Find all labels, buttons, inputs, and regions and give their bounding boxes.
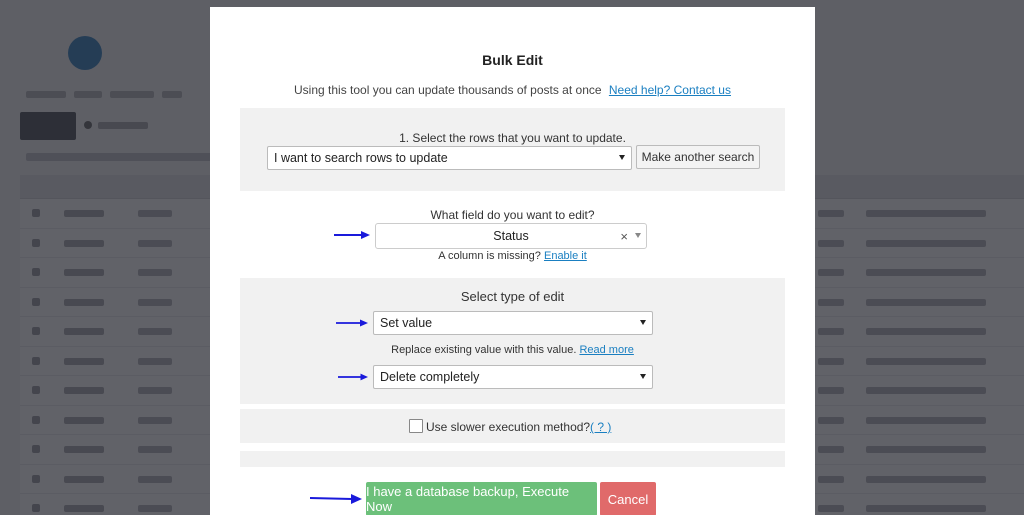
rows-label: 1. Select the rows that you want to upda…	[399, 131, 626, 145]
field-label: What field do you want to edit?	[430, 208, 595, 222]
edit-type-label: Select type of edit	[460, 289, 565, 304]
execute-now-button[interactable]: I have a database backup, Execute Now	[366, 482, 597, 515]
enable-it-link[interactable]: Enable it	[544, 250, 587, 262]
missing-column-line: A column is missing? Enable it	[210, 250, 815, 262]
chevron-down-icon	[640, 374, 646, 379]
rows-select[interactable]: I want to search rows to update	[267, 146, 632, 170]
field-select-value: Status	[493, 229, 529, 243]
field-select[interactable]: Status ×	[375, 223, 647, 249]
arrow-pointer-icon	[338, 373, 368, 381]
edit-type-value: Set value	[380, 316, 433, 330]
execution-section: Use slower execution method? ( ? )	[240, 409, 785, 443]
arrow-pointer-icon	[310, 494, 362, 504]
chevron-down-icon	[635, 233, 641, 238]
value-select[interactable]: Delete completely	[373, 365, 653, 389]
help-contact-link[interactable]: Need help? Contact us	[609, 83, 731, 97]
modal-description: Using this tool you can update thousands…	[210, 83, 815, 97]
execution-help-link[interactable]: ( ? )	[590, 420, 611, 434]
slower-execution-label: Use slower execution method?	[426, 420, 591, 434]
value-select-text: Delete completely	[380, 370, 480, 384]
clear-icon[interactable]: ×	[620, 229, 628, 244]
edit-type-section: Select type of edit Set value Replace ex…	[240, 278, 785, 404]
arrow-pointer-icon	[334, 231, 370, 239]
missing-column-text: A column is missing?	[438, 250, 541, 262]
make-another-search-button[interactable]: Make another search	[636, 145, 760, 169]
chevron-down-icon	[640, 320, 646, 325]
cancel-button[interactable]: Cancel	[600, 482, 656, 515]
description-text: Using this tool you can update thousands…	[294, 83, 602, 97]
rows-section: 1. Select the rows that you want to upda…	[240, 108, 785, 191]
arrow-pointer-icon	[336, 319, 368, 327]
edit-type-select[interactable]: Set value	[373, 311, 653, 335]
modal-title: Bulk Edit	[482, 52, 543, 68]
extra-section	[240, 451, 785, 467]
replace-hint-text: Replace existing value with this value.	[391, 344, 577, 356]
chevron-down-icon	[619, 155, 625, 160]
bulk-edit-modal: Bulk Edit Using this tool you can update…	[210, 7, 815, 515]
read-more-link[interactable]: Read more	[579, 344, 633, 356]
slower-execution-checkbox[interactable]	[409, 419, 423, 433]
replace-hint-line: Replace existing value with this value. …	[240, 344, 785, 356]
rows-select-value: I want to search rows to update	[274, 151, 448, 165]
